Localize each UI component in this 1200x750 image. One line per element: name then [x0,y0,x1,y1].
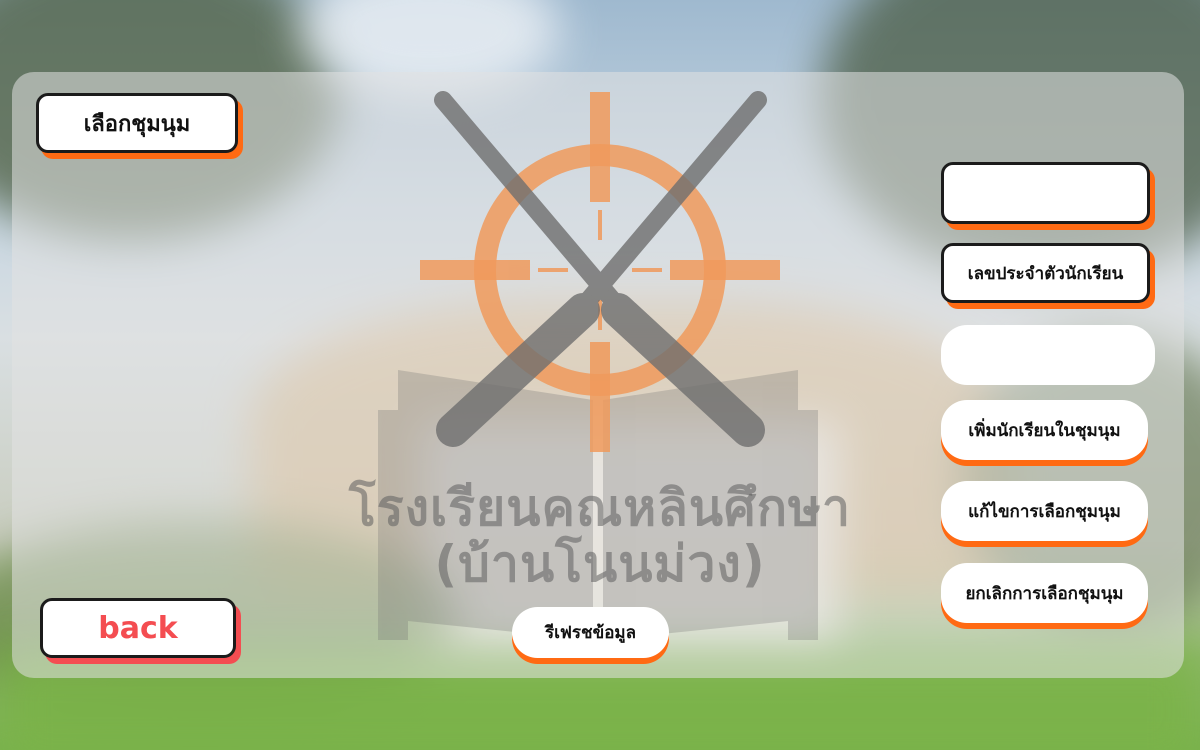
school-name-watermark: โรงเรียนคณหลินศึกษา (บ้านโนนม่วง) [330,480,870,592]
edit-selection-button[interactable]: แก้ไขการเลือกชุมนุม [941,481,1148,541]
school-name-line-2: (บ้านโนนม่วง) [434,535,766,593]
back-button[interactable]: back [40,598,236,658]
secondary-input[interactable] [941,325,1155,385]
school-name-line-1: โรงเรียนคณหลินศึกษา [348,479,852,537]
student-id-input[interactable] [941,162,1150,224]
page-title-button[interactable]: เลือกชุมนุม [36,93,238,153]
refresh-button[interactable]: รีเฟรชข้อมูล [512,607,669,658]
cancel-selection-button[interactable]: ยกเลิกการเลือกชุมนุม [941,563,1148,623]
student-id-label: เลขประจำตัวนักเรียน [941,243,1150,303]
add-student-button[interactable]: เพิ่มนักเรียนในชุมนุม [941,400,1148,460]
